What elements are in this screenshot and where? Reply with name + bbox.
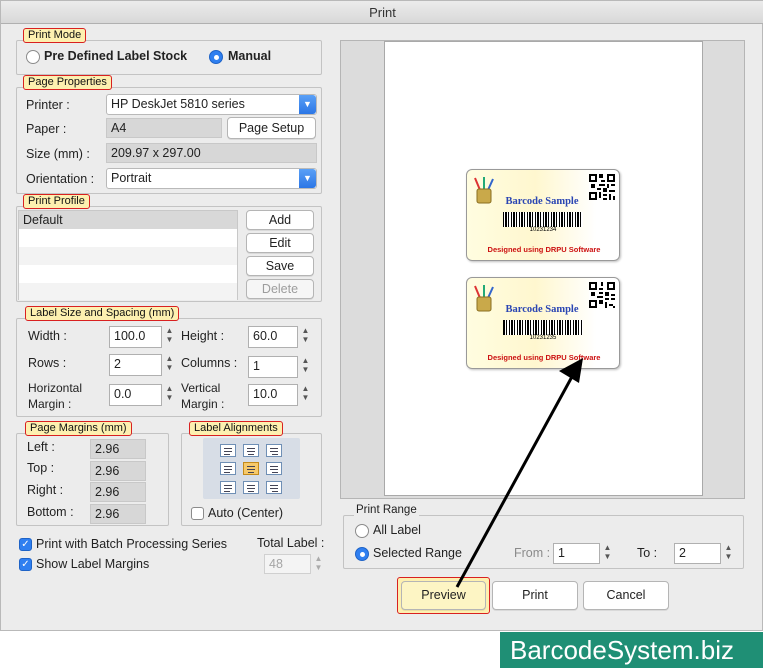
annotation-arrow-icon (455, 358, 583, 588)
watermark: BarcodeSystem.biz (500, 632, 763, 668)
print-dialog: Print Print Mode Pre Defined Label Stock… (0, 0, 763, 631)
